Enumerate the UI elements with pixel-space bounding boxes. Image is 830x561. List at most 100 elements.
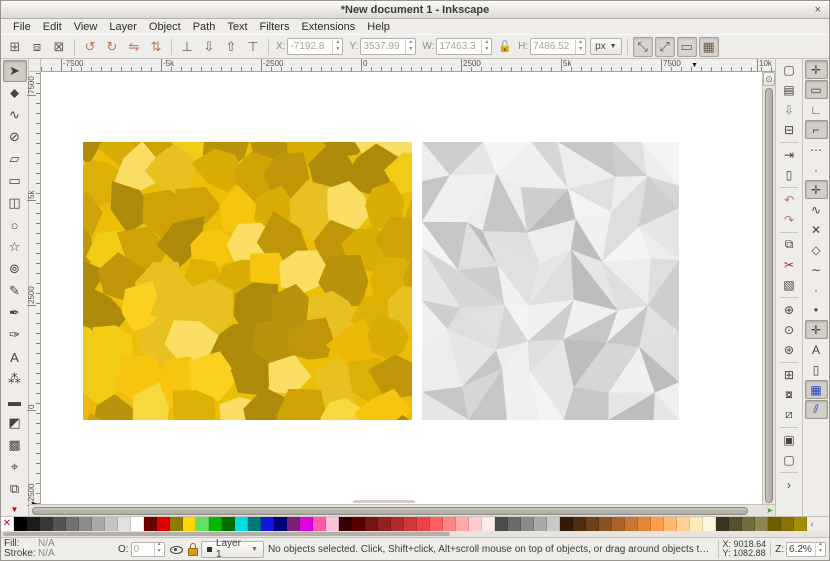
- swatch-ff6060[interactable]: [430, 517, 443, 531]
- swatch-ff8484[interactable]: [443, 517, 456, 531]
- unit-selector[interactable]: px ▼: [590, 38, 622, 55]
- swatch-ff9f4c[interactable]: [651, 517, 664, 531]
- rectangle-tool[interactable]: ▭: [3, 170, 27, 192]
- swatch-ffffff[interactable]: [131, 517, 144, 531]
- zoom-drawing-button[interactable]: ⊙: [778, 320, 801, 339]
- swatch-e0e0e0[interactable]: [118, 517, 131, 531]
- node-tool[interactable]: ⬥: [3, 82, 27, 104]
- swatch-ffeab8[interactable]: [690, 517, 703, 531]
- swatch-8a8a8a[interactable]: [521, 517, 534, 531]
- tweak-tool[interactable]: ∿: [3, 104, 27, 126]
- canvas[interactable]: [41, 72, 762, 504]
- print-button[interactable]: ⊟: [778, 120, 801, 139]
- snap-page-border-toggle[interactable]: ▯: [805, 360, 828, 379]
- swatch-e48838[interactable]: [638, 517, 651, 531]
- swatch-e000e0[interactable]: [300, 517, 313, 531]
- opacity-spinner[interactable]: ▲ ▼: [153, 542, 164, 556]
- width-spinner[interactable]: ▲ ▼: [481, 39, 491, 54]
- cut-button[interactable]: ✂: [778, 255, 801, 274]
- swatch-6b6b6b[interactable]: [508, 517, 521, 531]
- swatch-007878[interactable]: [248, 517, 261, 531]
- x-spinner[interactable]: ▲ ▼: [332, 39, 342, 54]
- open-document-button[interactable]: ▤: [778, 80, 801, 99]
- swatch-ffeaea[interactable]: [482, 517, 495, 531]
- ellipse-tool[interactable]: ○: [3, 214, 27, 236]
- swatch-ffa8a8[interactable]: [456, 517, 469, 531]
- menu-path[interactable]: Path: [187, 21, 222, 33]
- swatch-ffcccc[interactable]: [469, 517, 482, 531]
- width-input[interactable]: [437, 41, 482, 52]
- swatch-ffc0d8[interactable]: [326, 517, 339, 531]
- selector-tool[interactable]: ➤: [2, 60, 27, 82]
- swatch-560000[interactable]: [352, 517, 365, 531]
- snap-bbox-edges-toggle[interactable]: ∟: [805, 100, 828, 119]
- raise-one-step-button[interactable]: ⇧: [221, 37, 241, 57]
- swatch-e00000[interactable]: [157, 517, 170, 531]
- unlink-clone-button[interactable]: ⧄: [778, 405, 801, 424]
- swatch-a8a8a8[interactable]: [92, 517, 105, 531]
- menu-file[interactable]: File: [7, 21, 37, 33]
- horizontal-ruler[interactable]: ▼ -7500 -5k -2500 0 2500 5k 7500 10k: [41, 59, 775, 72]
- transform-corners-toggle[interactable]: ⤢: [654, 36, 675, 57]
- swatch-b02c2c[interactable]: [391, 517, 404, 531]
- swatch-545454[interactable]: [53, 517, 66, 531]
- toolbox-overflow-icon[interactable]: ▼: [11, 505, 19, 514]
- menu-help[interactable]: Help: [361, 21, 396, 33]
- swatch-none[interactable]: ✕: [1, 517, 14, 531]
- group-button[interactable]: ▣: [778, 430, 801, 449]
- palette-scrollbar-thumb[interactable]: [3, 532, 451, 536]
- menu-filters[interactable]: Filters: [254, 21, 296, 33]
- export-png-button[interactable]: ⇥: [778, 145, 801, 164]
- measure-tool[interactable]: ▱: [3, 148, 27, 170]
- bucket-fill-tool[interactable]: ◩: [3, 412, 27, 434]
- paste-button[interactable]: ▧: [778, 275, 801, 294]
- swatch-ce3838[interactable]: [404, 517, 417, 531]
- snap-enable-toggle[interactable]: ✛: [804, 60, 828, 79]
- swatch-6e5c00[interactable]: [768, 517, 781, 531]
- calligraphy-tool[interactable]: ✑: [3, 324, 27, 346]
- zoom-input[interactable]: [786, 543, 815, 555]
- swatch-8e8650[interactable]: [755, 517, 768, 531]
- swatch-782078[interactable]: [287, 517, 300, 531]
- zoom-page-button[interactable]: ⊛: [778, 340, 801, 359]
- swatch-a68c00[interactable]: [794, 517, 807, 531]
- swatch-ec4444[interactable]: [417, 517, 430, 531]
- dropper-tool[interactable]: ⌖: [3, 456, 27, 478]
- rotate-ccw-button[interactable]: ↺: [80, 37, 100, 57]
- snap-cusp-nodes-toggle[interactable]: ◇: [805, 240, 828, 259]
- lower-one-step-button[interactable]: ⇩: [199, 37, 219, 57]
- swatch-c67630[interactable]: [625, 517, 638, 531]
- transform-pattern-toggle[interactable]: ▦: [698, 36, 719, 57]
- menu-edit[interactable]: Edit: [37, 21, 68, 33]
- snap-object-centers-toggle[interactable]: •: [805, 300, 828, 319]
- gray-triangles-image[interactable]: [422, 142, 679, 420]
- y-input[interactable]: [361, 41, 406, 52]
- swatch-c4c4c4[interactable]: [105, 517, 118, 531]
- lower-to-bottom-button[interactable]: ⊥: [177, 37, 197, 57]
- box3d-tool[interactable]: ◫: [3, 192, 27, 214]
- select-all-button[interactable]: ⊞: [5, 37, 25, 57]
- flip-horizontal-button[interactable]: ⇋: [124, 37, 144, 57]
- swatch-63e063[interactable]: [196, 517, 209, 531]
- menu-layer[interactable]: Layer: [103, 21, 143, 33]
- import-button[interactable]: ⇩: [778, 100, 801, 119]
- swatch-00b800[interactable]: [209, 517, 222, 531]
- gradient-tool[interactable]: ▩: [3, 434, 27, 456]
- snap-path-intersections-toggle[interactable]: ✕: [805, 220, 828, 239]
- y-spinner[interactable]: ▲ ▼: [405, 39, 415, 54]
- snap-rotation-centers-toggle[interactable]: ✛: [804, 320, 828, 339]
- snap-paths-toggle[interactable]: ∿: [805, 200, 828, 219]
- opacity-input[interactable]: [131, 543, 154, 555]
- snap-bbox-corners-toggle[interactable]: ⌐: [804, 120, 828, 139]
- star-tool[interactable]: ☆: [3, 236, 27, 258]
- swatch-707070[interactable]: [66, 517, 79, 531]
- swatch-c8c8c8[interactable]: [547, 517, 560, 531]
- clone-button[interactable]: ⧇: [778, 385, 801, 404]
- layer-visibility-icon[interactable]: [169, 542, 183, 556]
- menu-object[interactable]: Object: [143, 21, 187, 33]
- spiral-tool[interactable]: ⊚: [3, 258, 27, 280]
- swatch-8c8c8c[interactable]: [79, 517, 92, 531]
- snap-nodes-toggle[interactable]: ✛: [804, 180, 828, 199]
- swatch-fff6e0[interactable]: [703, 517, 716, 531]
- close-window-button[interactable]: ×: [815, 3, 821, 17]
